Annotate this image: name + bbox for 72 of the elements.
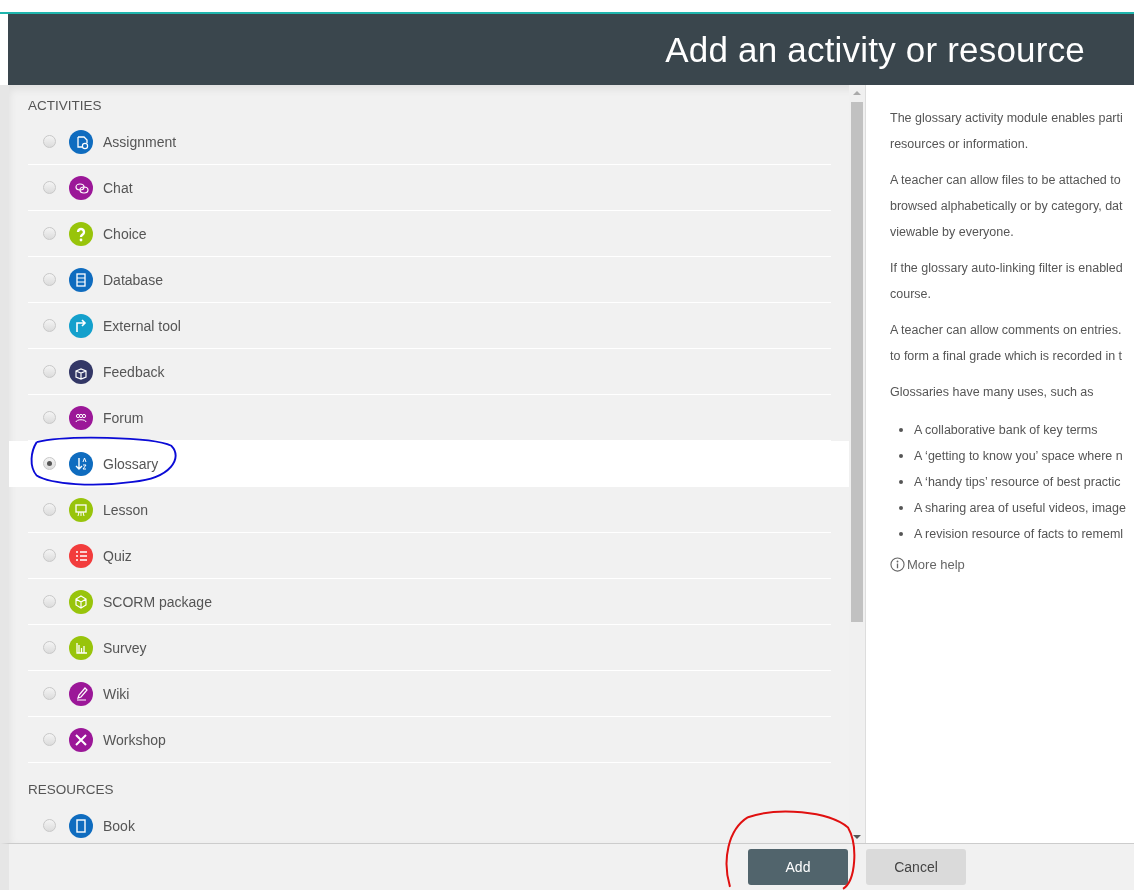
radio-button[interactable]	[43, 227, 56, 240]
radio-button[interactable]	[43, 595, 56, 608]
bullet-icon	[899, 506, 903, 510]
bullet-text: A sharing area of useful videos, image	[914, 500, 1126, 517]
help-text: viewable by everyone.	[890, 224, 1015, 241]
help-text: The glossary activity module enables parti	[890, 110, 1124, 127]
item-label: Wiki	[103, 685, 130, 702]
up-arrow-icon[interactable]	[853, 90, 861, 96]
radio-button[interactable]	[43, 687, 56, 700]
help-text: A teacher can allow comments on entries.	[890, 322, 1123, 339]
scrollbar[interactable]	[849, 85, 865, 843]
bullet-icon	[899, 532, 903, 536]
radio-button[interactable]	[43, 273, 56, 286]
cancel-button[interactable]: Cancel	[866, 849, 966, 885]
radio-button[interactable]	[43, 135, 56, 148]
bullet-text: A ‘handy tips’ resource of best practic	[914, 474, 1121, 491]
list-item[interactable]: Feedback	[28, 349, 831, 395]
item-label: Forum	[103, 409, 144, 426]
list-item[interactable]: Wiki	[28, 671, 831, 717]
list-item[interactable]: Database	[28, 257, 831, 303]
bullet-icon	[899, 428, 903, 432]
item-label: Workshop	[103, 731, 166, 748]
radio-button[interactable]	[43, 457, 56, 470]
list-item[interactable]: Survey	[28, 625, 831, 671]
list-item[interactable]: SCORM package	[28, 579, 831, 625]
list-item[interactable]: Workshop	[28, 717, 831, 763]
help-text: A teacher can allow files to be attached to	[890, 172, 1122, 189]
radio-button[interactable]	[43, 181, 56, 194]
item-label: Survey	[103, 639, 147, 656]
bullet-icon	[899, 454, 903, 458]
radio-button[interactable]	[43, 319, 56, 332]
item-label: Choice	[103, 225, 147, 242]
radio-button[interactable]	[43, 411, 56, 424]
item-label: Quiz	[103, 547, 132, 564]
list-item[interactable]: Quiz	[28, 533, 831, 579]
list-item[interactable]: Assignment	[28, 119, 831, 165]
section-heading: ACTIVITIES	[28, 97, 103, 115]
help-text: to form a final grade which is recorded in t	[890, 348, 1124, 365]
radio-button[interactable]	[43, 365, 56, 378]
help-text: browsed alphabetically or by category, dat	[890, 198, 1124, 215]
section-heading: RESOURCES	[28, 781, 115, 799]
add-button[interactable]: Add	[748, 849, 848, 885]
item-label: Glossary	[103, 455, 159, 472]
help-text: Glossaries have many uses, such as	[890, 384, 1095, 401]
item-label: Chat	[103, 179, 133, 196]
radio-button[interactable]	[43, 733, 56, 746]
dialog-title: Add an activity or resource	[665, 29, 1085, 70]
info-icon	[890, 557, 905, 572]
radio-button[interactable]	[43, 819, 56, 832]
radio-button[interactable]	[43, 641, 56, 654]
down-arrow-icon[interactable]	[853, 834, 861, 840]
item-label: Assignment	[103, 133, 177, 150]
item-label: Lesson	[103, 501, 149, 518]
bullet-icon	[899, 480, 903, 484]
list-item[interactable]: Chat	[28, 165, 831, 211]
radio-button[interactable]	[43, 503, 56, 516]
more-help-link[interactable]: More help	[890, 557, 965, 572]
list-item[interactable]: Choice	[28, 211, 831, 257]
help-text: resources or information.	[890, 136, 1030, 153]
bullet-text: A revision resource of facts to rememl	[914, 526, 1124, 543]
list-item[interactable]: External tool	[28, 303, 831, 349]
item-label: Feedback	[103, 363, 165, 380]
item-label: External tool	[103, 317, 181, 334]
bullet-text: A collaborative bank of key terms	[914, 422, 1098, 439]
radio-button[interactable]	[43, 549, 56, 562]
bullet-text: A ‘getting to know you’ space where n	[914, 448, 1123, 465]
help-text: If the glossary auto-linking filter is enabled	[890, 260, 1124, 277]
list-item[interactable]: Lesson	[28, 487, 831, 533]
item-label: SCORM package	[103, 593, 212, 610]
item-label: Book	[103, 817, 135, 834]
help-text: course.	[890, 286, 932, 303]
item-label: Database	[103, 271, 163, 288]
